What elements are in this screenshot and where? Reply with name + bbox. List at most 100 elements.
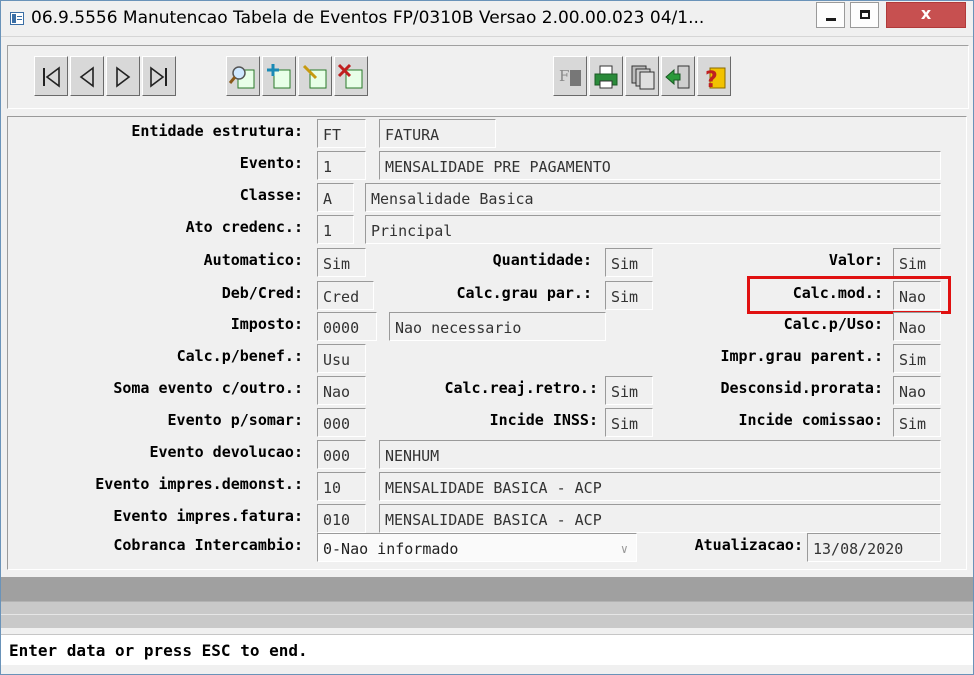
label-calcuso: Calc.p/Uso: [783,315,883,333]
close-button[interactable]: x [886,2,966,28]
help-icon: ? [705,67,726,91]
svg-text:F: F [559,67,569,85]
label-automatico: Automatico: [203,251,303,269]
evento-code-field[interactable]: 1 [317,151,366,180]
print-icon [594,65,618,89]
label-imposto: Imposto: [230,315,303,333]
exit-button[interactable] [661,56,695,96]
close-icon: x [920,4,932,23]
filter-icon: F [559,67,581,86]
atualizacao-field: 13/08/2020 [807,533,941,562]
desconsid-field[interactable]: Nao [893,376,941,405]
calcgrau-field[interactable]: Sim [605,281,653,310]
delete-record-icon [337,63,363,89]
maximize-button[interactable] [850,2,879,28]
add-record-button[interactable] [262,56,296,96]
entidade-desc-field: FATURA [379,119,496,148]
valor-field[interactable]: Sim [893,248,941,277]
svg-text:?: ? [705,68,718,91]
label-inss: Incide INSS: [489,411,598,429]
imposto-code-field[interactable]: 0000 [317,312,377,341]
demonst-desc-field: MENSALIDADE BASICA - ACP [379,472,941,501]
ato-desc-field: Principal [365,215,941,244]
label-devolucao: Evento devolucao: [149,443,303,461]
devolucao-code-field[interactable]: 000 [317,440,366,469]
print-button[interactable] [589,56,623,96]
highlight-box [747,276,951,314]
search-icon [229,66,255,89]
label-atualizacao: Atualizacao: [694,536,803,554]
comissao-field[interactable]: Sim [893,408,941,437]
last-record-button[interactable] [142,56,176,96]
label-entidade: Entidade estrutura: [131,122,303,140]
label-calcreaj: Calc.reaj.retro.: [444,379,598,397]
last-record-icon [150,66,167,88]
classe-code-field[interactable]: A [317,183,354,212]
label-calcbenef: Calc.p/benef.: [176,347,303,365]
first-record-button[interactable] [34,56,68,96]
label-debcred: Deb/Cred: [221,284,303,302]
inss-field[interactable]: Sim [605,408,653,437]
impfatura-code-field[interactable]: 010 [317,504,366,533]
filter-button[interactable]: F [553,56,587,96]
chevron-down-icon[interactable]: ∨ [621,534,628,561]
debcred-field[interactable]: Cred [317,281,374,310]
maximize-icon [860,10,870,19]
label-calcgrau: Calc.grau par.: [456,284,592,302]
calcbenef-field[interactable]: Usu [317,344,366,373]
delete-record-button[interactable] [334,56,368,96]
label-comissao: Incide comissao: [738,411,884,429]
minimize-button[interactable] [816,2,845,28]
calcreaj-field[interactable]: Sim [605,376,653,405]
label-classe: Classe: [239,186,303,204]
exit-icon [665,65,690,89]
label-impfatura: Evento impres.fatura: [113,507,303,525]
search-button[interactable] [226,56,260,96]
next-record-icon [116,66,131,88]
label-ato: Ato credenc.: [185,218,303,236]
ato-code-field[interactable]: 1 [317,215,354,244]
edit-record-button[interactable] [298,56,332,96]
title-bar[interactable]: 06.9.5556 Manutencao Tabela de Eventos F… [1,1,973,37]
edit-record-icon [302,64,327,89]
label-imprgrau: Impr.grau parent.: [720,347,883,365]
cobranca-select[interactable]: 0-Nao informado ∨ [317,533,637,562]
automatico-field[interactable]: Sim [317,248,366,277]
demonst-code-field[interactable]: 10 [317,472,366,501]
label-eventosomar: Evento p/somar: [167,411,303,429]
minimize-icon [826,18,836,21]
status-bar: Enter data or press ESC to end. [1,634,973,665]
quantidade-field[interactable]: Sim [605,248,653,277]
window-title: 06.9.5556 Manutencao Tabela de Eventos F… [31,8,705,28]
previous-record-icon [79,66,94,88]
label-quantidade: Quantidade: [492,251,592,269]
add-record-icon [267,64,291,89]
entidade-code-field[interactable]: FT [317,119,366,148]
copy-icon [631,65,655,90]
app-window: 06.9.5556 Manutencao Tabela de Eventos F… [0,0,974,675]
toolbar: F ? [7,45,969,109]
impfatura-desc-field: MENSALIDADE BASICA - ACP [379,504,941,533]
separator-bar-light [1,601,973,628]
previous-record-button[interactable] [70,56,104,96]
copy-button[interactable] [625,56,659,96]
app-icon[interactable] [10,12,24,25]
label-demonst: Evento impres.demonst.: [95,475,303,493]
label-evento: Evento: [239,154,303,172]
help-button[interactable]: ? [697,56,731,96]
label-desconsid: Desconsid.prorata: [720,379,883,397]
cobranca-value: 0-Nao informado [323,540,459,558]
label-soma: Soma evento c/outro.: [113,379,303,397]
first-record-icon [43,66,60,88]
eventosomar-field[interactable]: 000 [317,408,366,437]
label-valor: Valor: [828,251,883,269]
devolucao-desc-field: NENHUM [379,440,941,469]
classe-desc-field: Mensalidade Basica [365,183,941,212]
separator-bar [1,577,973,601]
evento-desc-field: MENSALIDADE PRE PAGAMENTO [379,151,941,180]
soma-field[interactable]: Nao [317,376,366,405]
calcuso-field[interactable]: Nao [893,312,941,341]
next-record-button[interactable] [106,56,140,96]
imprgrau-field[interactable]: Sim [893,344,941,373]
imposto-desc-field: Nao necessario [389,312,606,341]
